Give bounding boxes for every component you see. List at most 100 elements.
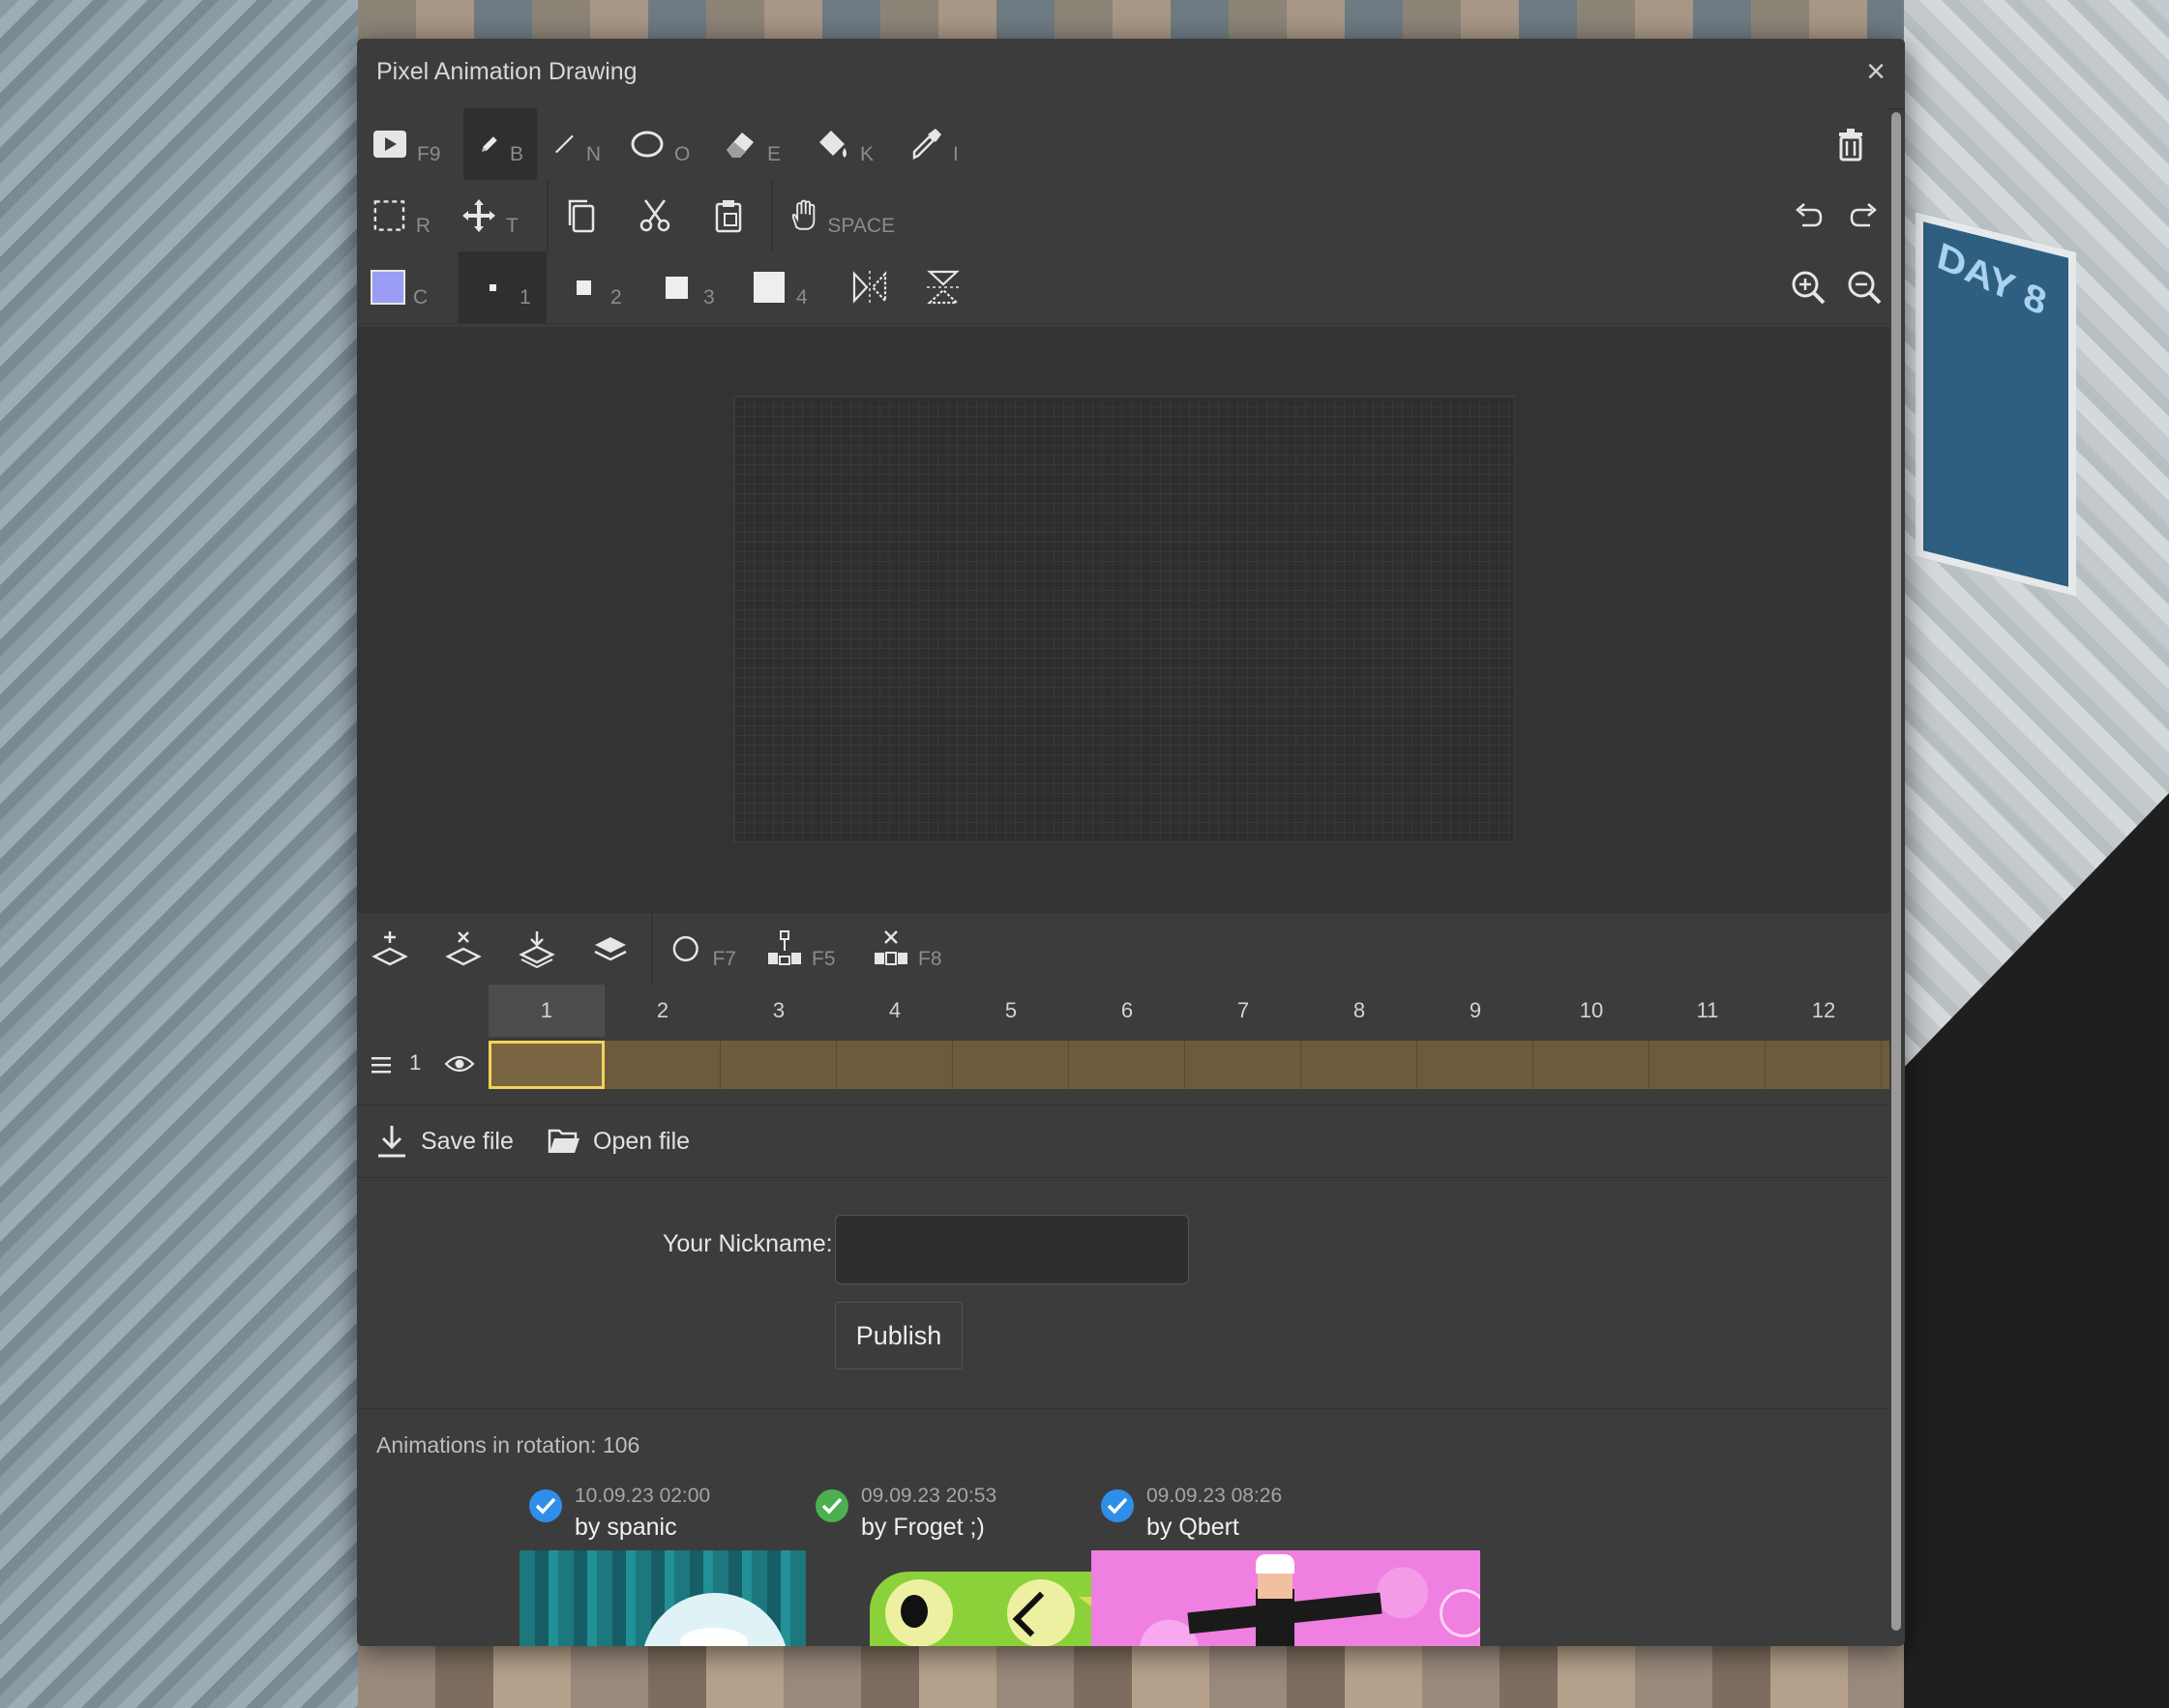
drag-handle-icon[interactable] <box>371 1054 392 1075</box>
publish-button[interactable]: Publish <box>835 1302 963 1369</box>
brush-size-1[interactable]: 1 <box>460 251 547 323</box>
background-top <box>358 0 1904 41</box>
timeline-header: 1 2 3 4 5 6 7 8 9 10 11 12 <box>357 985 1889 1037</box>
play-button[interactable]: F9 <box>357 108 458 180</box>
animation-date: 09.09.23 08:26 <box>1146 1485 1283 1507</box>
add-layer-icon <box>371 931 408 966</box>
redo-icon <box>1850 203 1877 227</box>
ellipse-tool[interactable]: O <box>614 108 707 180</box>
frame-cell[interactable] <box>1649 1041 1766 1089</box>
cut-button[interactable] <box>622 180 696 251</box>
frame-number[interactable]: 1 <box>489 985 605 1037</box>
vertical-scrollbar[interactable] <box>1891 112 1901 1631</box>
redo-button[interactable] <box>1845 180 1889 251</box>
zoom-out-icon <box>1848 271 1882 305</box>
insert-frame-button[interactable]: F5 <box>752 913 858 985</box>
line-icon <box>555 134 574 154</box>
layers-button[interactable] <box>578 913 651 985</box>
frame-number[interactable]: 10 <box>1533 985 1649 1037</box>
frame-cell[interactable] <box>837 1041 953 1089</box>
background-bottom <box>358 1644 1904 1708</box>
frame-number[interactable]: 4 <box>837 985 953 1037</box>
frame-number[interactable]: 9 <box>1417 985 1533 1037</box>
animation-date: 09.09.23 20:53 <box>861 1485 997 1507</box>
select-tool[interactable]: R <box>357 180 444 251</box>
animation-gallery: Animations in rotation: 106 10.09.23 02:… <box>357 1408 1889 1646</box>
save-file-label: Save file <box>421 1127 514 1155</box>
merge-layer-icon <box>519 931 555 968</box>
close-button[interactable]: × <box>1857 52 1895 91</box>
play-shortcut: F9 <box>417 143 441 165</box>
delete-layer-button[interactable] <box>431 913 504 985</box>
zoom-out-button[interactable] <box>1845 251 1889 323</box>
pencil-tool[interactable]: B <box>463 108 537 180</box>
frame-number[interactable]: 6 <box>1069 985 1185 1037</box>
download-icon <box>378 1126 405 1158</box>
nickname-input[interactable] <box>835 1215 1189 1284</box>
line-tool[interactable]: N <box>537 108 614 180</box>
drawing-tools-row: F9 B N O E K I <box>357 108 1889 181</box>
frame-cell[interactable] <box>1185 1041 1301 1089</box>
animation-author: by Qbert <box>1146 1514 1239 1541</box>
frame-cell[interactable] <box>605 1041 721 1089</box>
open-file-button[interactable]: Open file <box>547 1105 690 1177</box>
onion-skin-button[interactable]: F7 <box>653 913 750 985</box>
fill-tool[interactable]: K <box>800 108 893 180</box>
delete-frame-shortcut: F8 <box>918 948 942 970</box>
delete-layer-icon <box>445 931 482 966</box>
edit-tools-row: R T SPACE <box>357 180 1889 252</box>
brush-size-4[interactable]: 4 <box>736 251 829 323</box>
onion-shortcut: F7 <box>712 948 736 970</box>
layer-toolbar: F7 F5 F8 <box>357 913 1889 986</box>
scrollbar-thumb[interactable] <box>1891 112 1901 1631</box>
frame-cell[interactable] <box>1069 1041 1185 1089</box>
trash-icon <box>1839 129 1862 162</box>
undo-button[interactable] <box>1775 180 1843 251</box>
frame-number[interactable]: 12 <box>1766 985 1882 1037</box>
frame-number[interactable]: 11 <box>1649 985 1766 1037</box>
animation-date: 10.09.23 02:00 <box>575 1485 711 1507</box>
frame-cell[interactable] <box>953 1041 1069 1089</box>
brush-size-3[interactable]: 3 <box>643 251 736 323</box>
frame-number[interactable]: 3 <box>721 985 837 1037</box>
flip-vertical-button[interactable] <box>910 251 984 323</box>
frame-number[interactable]: 2 <box>605 985 721 1037</box>
animation-thumbnail[interactable] <box>1091 1550 1480 1646</box>
pencil-shortcut: B <box>509 143 523 165</box>
copy-button[interactable] <box>549 180 622 251</box>
drawing-canvas[interactable] <box>733 396 1515 842</box>
marquee-select-icon <box>373 200 405 231</box>
eye-visibility-icon[interactable] <box>444 1050 475 1077</box>
eyedropper-tool[interactable]: I <box>893 108 980 180</box>
zoom-in-icon <box>1792 271 1826 305</box>
move-tool[interactable]: T <box>446 180 537 251</box>
layer-name: 1 <box>409 1050 422 1075</box>
delete-frame-button[interactable]: F8 <box>858 913 965 985</box>
eyedropper-icon <box>912 129 941 161</box>
insert-frame-shortcut: F5 <box>812 948 836 970</box>
save-file-button[interactable]: Save file <box>374 1105 514 1177</box>
frame-number[interactable]: 8 <box>1301 985 1417 1037</box>
frame-number[interactable]: 5 <box>953 985 1069 1037</box>
paste-button[interactable] <box>696 180 769 251</box>
nickname-label: Your Nickname: <box>663 1230 833 1257</box>
add-layer-button[interactable] <box>357 913 431 985</box>
rotation-count: Animations in rotation: 106 <box>376 1432 640 1458</box>
clear-canvas-button[interactable] <box>1818 108 1886 180</box>
frame-cell[interactable] <box>1533 1041 1649 1089</box>
fill-shortcut: K <box>860 143 875 165</box>
brush-size-2-icon <box>564 268 603 307</box>
frame-cell[interactable] <box>1766 1041 1882 1089</box>
frame-cell[interactable] <box>1301 1041 1417 1089</box>
frame-cell[interactable] <box>1417 1041 1533 1089</box>
brush-size-2[interactable]: 2 <box>550 251 641 323</box>
frame-cell-selected[interactable] <box>489 1041 605 1089</box>
frame-number[interactable]: 7 <box>1185 985 1301 1037</box>
eraser-tool[interactable]: E <box>707 108 800 180</box>
merge-layer-button[interactable] <box>504 913 578 985</box>
zoom-in-button[interactable] <box>1775 251 1843 323</box>
frame-cell[interactable] <box>721 1041 837 1089</box>
color-picker[interactable]: C <box>357 251 458 323</box>
flip-horizontal-button[interactable] <box>837 251 910 323</box>
pan-tool[interactable]: SPACE <box>773 180 908 251</box>
